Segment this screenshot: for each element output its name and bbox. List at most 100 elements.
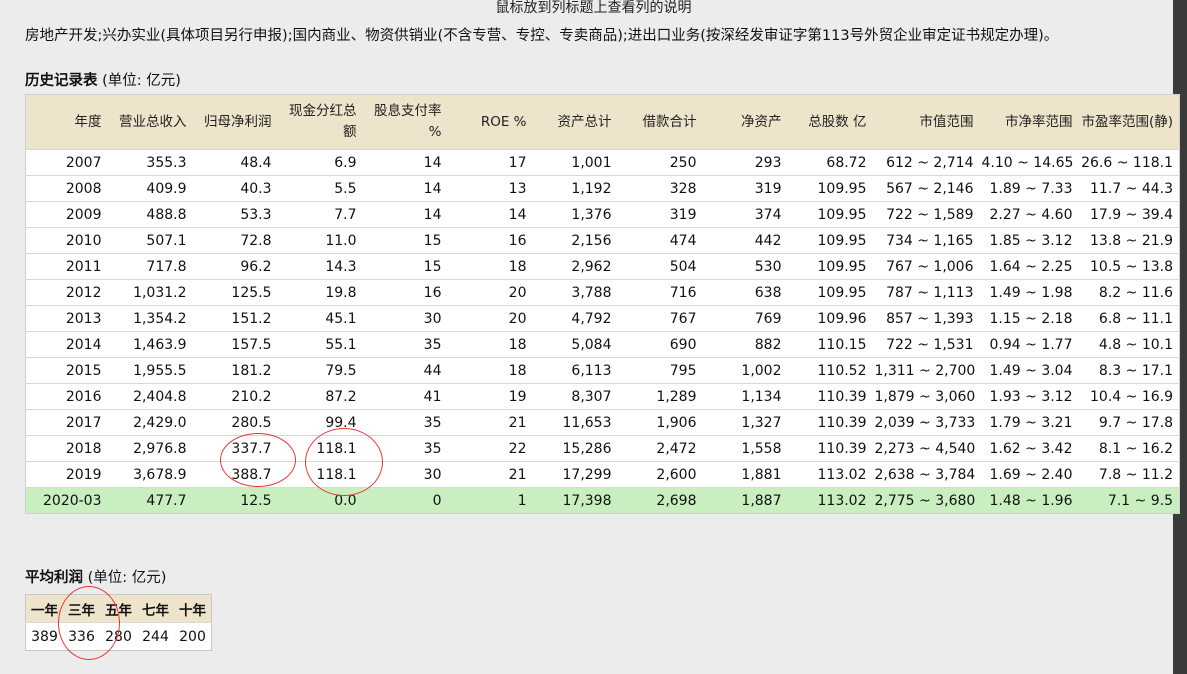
history-cell: 530 (702, 253, 788, 280)
history-cell: 109.95 (787, 201, 873, 228)
history-cell: 795 (617, 357, 703, 384)
history-cell: 110.39 (787, 383, 873, 410)
avg-profit-section-title: 平均利润 (单位: 亿元) (25, 566, 166, 587)
column-hint-text: 鼠标放到列标题上查看列的说明 (495, 0, 692, 16)
col-header-pe-range[interactable]: 市盈率范围(静) (1078, 94, 1180, 150)
col-header-roe[interactable]: ROE % (447, 94, 533, 150)
history-cell: 0.94 ~ 1.77 (979, 331, 1079, 358)
history-cell: 125.5 (192, 279, 278, 306)
col-header-net-assets[interactable]: 净资产 (702, 94, 788, 150)
history-cell: 4.10 ~ 14.65 (979, 149, 1079, 176)
history-cell: 1,002 (702, 357, 788, 384)
history-cell: 18 (447, 331, 533, 358)
history-cell: 21 (447, 409, 533, 436)
history-cell: 488.8 (107, 201, 193, 228)
history-cell: 769 (702, 305, 788, 332)
history-cell: 1,289 (617, 383, 703, 410)
history-cell: 21 (447, 461, 533, 488)
history-section-title: 历史记录表 (单位: 亿元) (25, 69, 181, 90)
col-header-year[interactable]: 年度 (25, 94, 108, 150)
history-cell: 26.6 ~ 118.1 (1078, 149, 1180, 176)
avg-profit-table: 一年 三年 五年 七年 十年 389 336 280 244 200 (25, 594, 212, 651)
history-cell: 567 ~ 2,146 (872, 175, 980, 202)
col-header-borrowings[interactable]: 借款合计 (617, 94, 703, 150)
history-cell: 5.5 (277, 175, 363, 202)
history-cell: 96.2 (192, 253, 278, 280)
avg-header-5y: 五年 (100, 594, 137, 623)
col-header-market-cap[interactable]: 市值范围 (872, 94, 980, 150)
history-cell: 2,775 ~ 3,680 (872, 487, 980, 514)
avg-value-3y: 336 (63, 622, 100, 651)
history-cell: 1,311 ~ 2,700 (872, 357, 980, 384)
history-cell: 1,192 (532, 175, 618, 202)
history-cell: 388.7 (192, 461, 278, 488)
col-header-total-assets[interactable]: 资产总计 (532, 94, 618, 150)
history-row: 2015 1,955.5 181.2 79.5 44 18 6,113 795 1,002 110… (25, 357, 1180, 384)
history-cell: 110.39 (787, 435, 873, 462)
avg-profit-title-label: 平均利润 (25, 570, 83, 586)
history-cell: 328 (617, 175, 703, 202)
history-cell: 857 ~ 1,393 (872, 305, 980, 332)
history-row: 2018 2,976.8 337.7 118.1 35 22 15,286 2,472 1,55… (25, 435, 1180, 462)
history-cell: 13 (447, 175, 533, 202)
avg-header-10y: 十年 (174, 594, 212, 623)
history-cell: 17,299 (532, 461, 618, 488)
history-cell: 612 ~ 2,714 (872, 149, 980, 176)
history-cell: 280.5 (192, 409, 278, 436)
history-cell: 2016 (25, 383, 108, 410)
history-cell: 14 (362, 201, 448, 228)
history-cell: 19.8 (277, 279, 363, 306)
avg-value-row: 389 336 280 244 200 (25, 622, 212, 651)
history-cell: 355.3 (107, 149, 193, 176)
history-row: 2010 507.1 72.8 11.0 15 16 2,156 474 442 109.95 73… (25, 227, 1180, 254)
col-header-payout-ratio[interactable]: 股息支付率 % (362, 94, 448, 150)
history-cell: 337.7 (192, 435, 278, 462)
history-cell: 16 (447, 227, 533, 254)
history-cell: 2019 (25, 461, 108, 488)
history-row: 2009 488.8 53.3 7.7 14 14 1,376 319 374 109.95 722… (25, 201, 1180, 228)
history-cell: 6,113 (532, 357, 618, 384)
history-cell: 30 (362, 305, 448, 332)
history-cell: 35 (362, 435, 448, 462)
history-cell: 118.1 (277, 435, 363, 462)
history-cell: 22 (447, 435, 533, 462)
history-cell: 41 (362, 383, 448, 410)
col-header-shares[interactable]: 总股数 亿 (787, 94, 873, 150)
history-cell: 15 (362, 253, 448, 280)
history-cell: 2018 (25, 435, 108, 462)
history-cell: 2013 (25, 305, 108, 332)
history-cell: 14 (362, 149, 448, 176)
col-header-revenue[interactable]: 营业总收入 (107, 94, 193, 150)
history-cell: 1.93 ~ 3.12 (979, 383, 1079, 410)
history-cell: 20 (447, 279, 533, 306)
history-cell: 7.1 ~ 9.5 (1078, 487, 1180, 514)
history-cell: 72.8 (192, 227, 278, 254)
col-header-pb-range[interactable]: 市净率范围 (979, 94, 1079, 150)
history-cell: 1.49 ~ 3.04 (979, 357, 1079, 384)
history-cell: 110.15 (787, 331, 873, 358)
history-cell: 1,031.2 (107, 279, 193, 306)
col-header-net-profit[interactable]: 归母净利润 (192, 94, 278, 150)
history-cell: 638 (702, 279, 788, 306)
history-row: 2016 2,404.8 210.2 87.2 41 19 8,307 1,289 1,134 1… (25, 383, 1180, 410)
history-cell: 2,429.0 (107, 409, 193, 436)
history-cell: 44 (362, 357, 448, 384)
history-cell: 0.0 (277, 487, 363, 514)
avg-header-row: 一年 三年 五年 七年 十年 (25, 594, 212, 623)
history-cell: 722 ~ 1,531 (872, 331, 980, 358)
business-scope-text: 房地产开发;兴办实业(具体项目另行申报);国内商业、物资供销业(不含专营、专控、… (25, 28, 1059, 44)
col-header-dividend[interactable]: 现金分红总额 (277, 94, 363, 150)
history-cell: 8,307 (532, 383, 618, 410)
avg-value-10y: 200 (174, 622, 212, 651)
history-cell: 151.2 (192, 305, 278, 332)
history-cell: 3,678.9 (107, 461, 193, 488)
history-title-unit: (单位: 亿元) (102, 73, 181, 89)
history-cell: 2012 (25, 279, 108, 306)
history-cell: 1.69 ~ 2.40 (979, 461, 1079, 488)
history-cell: 716 (617, 279, 703, 306)
history-cell: 14 (447, 201, 533, 228)
avg-profit-title-unit: (单位: 亿元) (87, 570, 167, 586)
history-cell: 118.1 (277, 461, 363, 488)
history-cell: 2017 (25, 409, 108, 436)
history-cell: 2011 (25, 253, 108, 280)
